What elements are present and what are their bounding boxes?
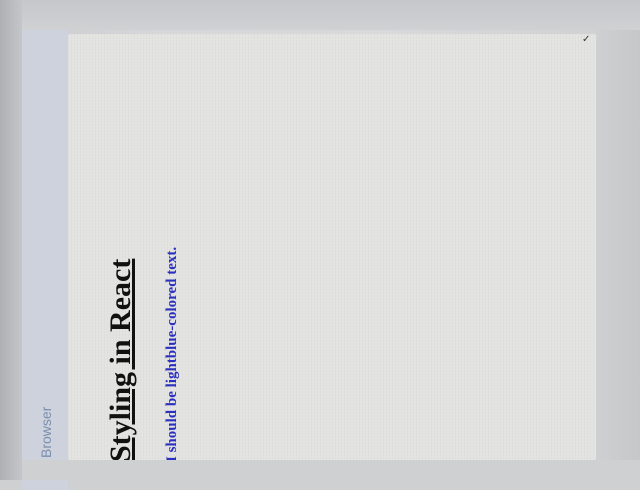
screen: Browser ✓ Styling in React I should be l… xyxy=(0,0,640,490)
monitor-bezel xyxy=(0,0,22,480)
viewport-right-edge xyxy=(596,30,640,480)
top-area xyxy=(22,0,640,30)
styled-paragraph: I should be lightblue-colored text. xyxy=(164,246,180,462)
page-heading: Styling in React xyxy=(104,258,137,462)
bottom-area xyxy=(22,460,640,480)
browser-viewport xyxy=(68,34,596,460)
cursor-icon: ✓ xyxy=(582,34,591,45)
browser-tab-label[interactable]: Browser xyxy=(38,407,54,458)
